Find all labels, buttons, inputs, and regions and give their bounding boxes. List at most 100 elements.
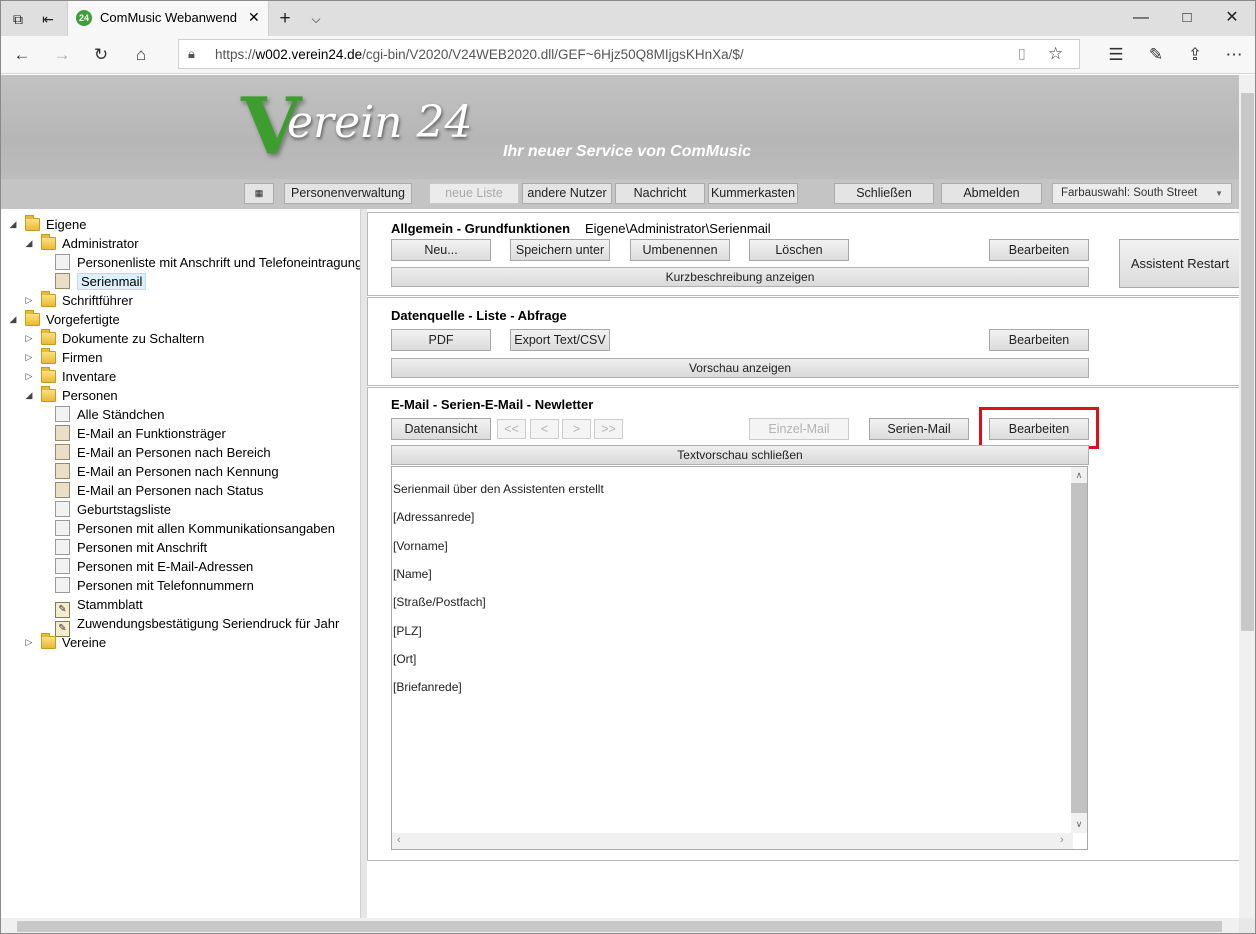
collapse-icon[interactable]: ◢ [23,386,35,405]
preview-line: Serienmail über den Assistenten erstellt [393,482,604,496]
tree-node-item[interactable]: Personen mit E-Mail-Adressen [55,557,253,576]
tree-node-item[interactable]: E-Mail an Personen nach Kennung [55,462,279,481]
minimize-icon[interactable]: — [1131,7,1151,29]
mail-text-preview[interactable]: Serienmail über den Assistenten erstellt… [391,466,1088,850]
expand-icon[interactable]: ▷ [23,291,35,310]
tab-commusic[interactable]: 24 ComMusic Webanwend ✕ [67,1,269,36]
tree-node-item[interactable]: Personen mit Anschrift [55,538,207,557]
url-field[interactable]: 🔒︎ https://w002.verein24.de/cgi-bin/V202… [178,39,1080,69]
tree-node-item[interactable]: E-Mail an Personen nach Status [55,481,263,500]
preview-horizontal-scrollbar[interactable]: ‹ › [392,833,1073,849]
first-record-button[interactable]: << [497,419,526,439]
close-window-icon[interactable]: ✕ [1222,7,1242,29]
scroll-down-icon[interactable]: ∨ [1071,817,1087,831]
abmelden-button[interactable]: Abmelden [941,183,1042,204]
bearbeiten-datenquelle-button[interactable]: Bearbeiten [989,329,1089,351]
home-icon[interactable]: ⌂ [130,45,152,65]
splitter-handle[interactable] [360,209,367,918]
tree-node-item[interactable]: Personen mit allen Kommunikationsangaben [55,519,335,538]
scroll-thumb[interactable] [1241,93,1254,631]
neu-button[interactable]: Neu... [391,239,491,261]
last-record-button[interactable]: >> [594,419,623,439]
set-tabs-aside-icon[interactable]: ⇤ [39,10,57,28]
expand-icon[interactable]: ▷ [23,348,35,367]
tree-node-item[interactable]: E-Mail an Personen nach Bereich [55,443,271,462]
scroll-up-icon[interactable]: ∧ [1071,468,1087,482]
page-vertical-scrollbar[interactable] [1239,75,1255,918]
andere-nutzer-button[interactable]: andere Nutzer [522,183,612,204]
next-record-button[interactable]: > [562,419,591,439]
tree-node-item[interactable]: Alle Ständchen [55,405,164,424]
kummerkasten-button[interactable]: Kummerkasten [708,183,798,204]
tree-node-vorgefertigte[interactable]: ◢ Vorgefertigte [10,310,120,329]
tree-node-item[interactable]: Personen mit Telefonnummern [55,576,254,595]
preview-line: [PLZ] [393,624,422,638]
neue-liste-button[interactable]: neue Liste [429,183,519,204]
farbauswahl-select[interactable]: Farbauswahl: South Street ▼ [1052,183,1232,204]
tree-node-item[interactable]: ✎ Stammblatt [55,595,143,618]
favorites-list-icon[interactable]: ☰ [1105,45,1127,65]
tab-actions-icon[interactable]: ⧉ [9,10,27,28]
close-tab-icon[interactable]: ✕ [248,9,260,26]
preview-line: [Adressanrede] [393,510,475,524]
back-icon[interactable]: ← [11,45,33,65]
tree-node-vereine[interactable]: ▷ Vereine [26,633,106,652]
serien-mail-button[interactable]: Serien-Mail [869,418,969,440]
tree-node-dokumente[interactable]: ▷ Dokumente zu Schaltern [26,329,204,348]
scroll-left-icon[interactable]: ‹ [397,834,401,846]
forward-icon[interactable]: → [51,45,73,65]
reading-view-icon[interactable]: ▯ [1018,45,1026,62]
new-tab-icon[interactable]: + [276,9,294,28]
tree-node-personenliste[interactable]: Personenliste mit Anschrift und Telefone… [55,253,361,272]
collapse-icon[interactable]: ◢ [7,310,19,329]
speichern-unter-button[interactable]: Speichern unter [510,239,610,261]
scroll-thumb[interactable] [17,921,1222,932]
bearbeiten-allgemein-button[interactable]: Bearbeiten [989,239,1089,261]
collapse-icon[interactable]: ◢ [23,234,35,253]
tree-node-serienmail[interactable]: Serienmail [55,272,147,291]
personenverwaltung-button[interactable]: Personenverwaltung [284,183,412,204]
expand-icon[interactable]: ▷ [23,329,35,348]
textvorschau-schliessen-button[interactable]: Textvorschau schließen [391,445,1089,465]
share-icon[interactable]: ⇪ [1184,45,1206,65]
selected-label: Serienmail [77,273,147,290]
scroll-right-icon[interactable]: › [1060,834,1064,846]
grid-menu-icon[interactable]: ▦ [244,183,274,204]
pen-icon[interactable]: ✎ [1145,45,1167,65]
tree-node-inventare[interactable]: ▷ Inventare [26,367,116,386]
more-icon[interactable]: ⋯ [1223,45,1245,65]
collapse-icon[interactable]: ◢ [7,215,19,234]
tree-node-schriftfuehrer[interactable]: ▷ Schriftführer [26,291,133,310]
loeschen-button[interactable]: Löschen [749,239,849,261]
pdf-button[interactable]: PDF [391,329,491,351]
expand-icon[interactable]: ▷ [23,633,35,652]
umbenennen-button[interactable]: Umbenennen [630,239,730,261]
tree-node-item[interactable]: E-Mail an Funktionsträger [55,424,226,443]
assistent-restart-button[interactable]: Assistent Restart [1119,239,1239,288]
tree-node-administrator[interactable]: ◢ Administrator [26,234,139,253]
preview-line: [Ort] [393,652,417,666]
favorite-star-icon[interactable]: ☆ [1048,44,1063,64]
tree-node-firmen[interactable]: ▷ Firmen [26,348,102,367]
tree-node-item[interactable]: ✎ Zuwendungsbestätigung Seriendruck für J… [55,614,339,637]
folder-icon [41,367,56,383]
nachricht-button[interactable]: Nachricht [615,183,705,204]
maximize-icon[interactable]: □ [1177,7,1197,29]
preview-vertical-scrollbar[interactable]: ∧ ∨ [1071,467,1087,833]
kurzbeschreibung-button[interactable]: Kurzbeschreibung anzeigen [391,267,1089,287]
panel-title: Datenquelle - Liste - Abfrage [391,308,567,323]
prev-record-button[interactable]: < [530,419,559,439]
refresh-icon[interactable]: ↻ [90,45,112,65]
export-csv-button[interactable]: Export Text/CSV [510,329,610,351]
tab-preview-chevron-icon[interactable]: ⌵ [307,10,325,28]
scroll-thumb[interactable] [1071,483,1087,813]
einzel-mail-button[interactable]: Einzel-Mail [749,418,849,440]
vorschau-anzeigen-button[interactable]: Vorschau anzeigen [391,358,1089,378]
tree-node-item[interactable]: Geburtstagsliste [55,500,171,519]
tree-node-personen[interactable]: ◢ Personen [26,386,118,405]
expand-icon[interactable]: ▷ [23,367,35,386]
datenansicht-button[interactable]: Datenansicht [391,418,491,440]
page-horizontal-scrollbar[interactable] [1,918,1239,933]
schliessen-button[interactable]: Schließen [834,183,934,204]
tree-node-eigene[interactable]: ◢ Eigene [10,215,86,234]
